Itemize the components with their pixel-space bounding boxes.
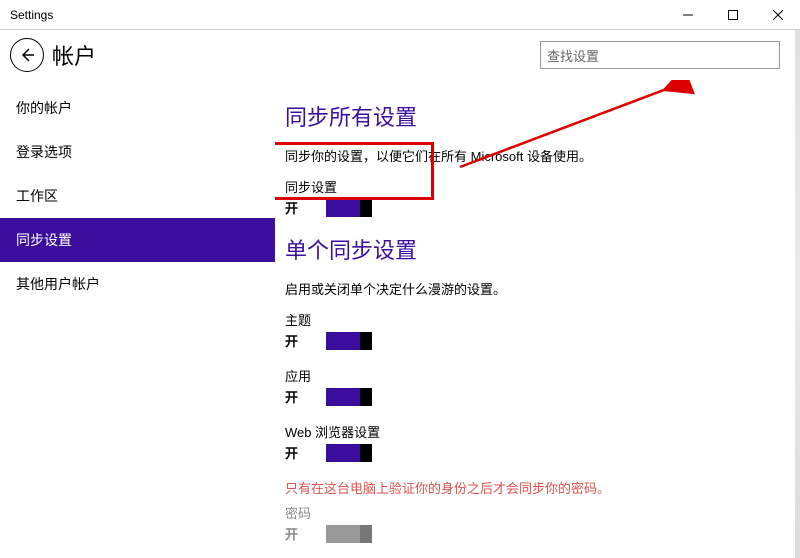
sidebar-item-sync-settings[interactable]: 同步设置: [0, 218, 275, 262]
setting-web: Web 浏览器设置 开: [285, 422, 780, 462]
maximize-button[interactable]: [710, 0, 755, 30]
toggle-web-browser[interactable]: [326, 444, 372, 462]
setting-sync: 同步设置 开: [285, 177, 780, 217]
maximize-icon: [728, 10, 738, 20]
sidebar: 你的帐户 登录选项 工作区 同步设置 其他用户帐户: [0, 80, 275, 558]
sidebar-item-other-users[interactable]: 其他用户帐户: [0, 262, 275, 306]
setting-label-sync: 同步设置: [285, 177, 780, 196]
setting-password: 密码 开: [285, 503, 780, 543]
content-pane: 同步所有设置 同步你的设置，以便它们在所有 Microsoft 设备使用。 同步…: [275, 80, 800, 558]
main-layout: 你的帐户 登录选项 工作区 同步设置 其他用户帐户 同步所有设置 同步你的设置，…: [0, 80, 800, 558]
setting-apps: 应用 开: [285, 366, 780, 406]
toggle-password: [326, 525, 372, 543]
close-icon: [773, 10, 783, 20]
password-warning: 只有在这台电脑上验证你的身份之后才会同步你的密码。: [285, 478, 780, 497]
sidebar-item-label: 登录选项: [16, 144, 72, 160]
right-edge-decoration: [795, 30, 800, 558]
sidebar-item-label: 同步设置: [16, 232, 72, 248]
setting-label-password: 密码: [285, 503, 780, 522]
setting-state-sync: 开: [285, 198, 298, 217]
setting-label-web: Web 浏览器设置: [285, 422, 780, 441]
titlebar: Settings: [0, 0, 800, 30]
sidebar-item-work-access[interactable]: 工作区: [0, 174, 275, 218]
setting-state-web: 开: [285, 443, 298, 462]
search-placeholder: 查找设置: [547, 46, 599, 65]
section-desc-sync-all: 同步你的设置，以便它们在所有 Microsoft 设备使用。: [285, 146, 780, 165]
sidebar-item-sign-in-options[interactable]: 登录选项: [0, 130, 275, 174]
setting-state-apps: 开: [285, 387, 298, 406]
back-button[interactable]: [10, 38, 44, 72]
close-button[interactable]: [755, 0, 800, 30]
section-heading-sync-all: 同步所有设置: [285, 100, 780, 132]
setting-label-apps: 应用: [285, 366, 780, 385]
search-input[interactable]: 查找设置: [540, 41, 780, 69]
window-title: Settings: [0, 8, 665, 22]
toggle-apps[interactable]: [326, 388, 372, 406]
page-title: 帐户: [52, 39, 540, 71]
page-header: 帐户 查找设置: [0, 30, 800, 80]
section-heading-individual: 单个同步设置: [285, 233, 780, 265]
toggle-sync-settings[interactable]: [326, 199, 372, 217]
setting-label-theme: 主题: [285, 310, 780, 329]
back-arrow-icon: [19, 47, 35, 63]
setting-state-password: 开: [285, 524, 298, 543]
sidebar-item-label: 你的帐户: [16, 100, 72, 116]
sidebar-item-your-account[interactable]: 你的帐户: [0, 86, 275, 130]
minimize-icon: [683, 10, 693, 20]
sidebar-item-label: 其他用户帐户: [16, 276, 100, 292]
toggle-theme[interactable]: [326, 332, 372, 350]
setting-state-theme: 开: [285, 331, 298, 350]
minimize-button[interactable]: [665, 0, 710, 30]
sidebar-item-label: 工作区: [16, 188, 58, 204]
window-controls: [665, 0, 800, 30]
setting-theme: 主题 开: [285, 310, 780, 350]
section-desc-individual: 启用或关闭单个决定什么漫游的设置。: [285, 279, 780, 298]
